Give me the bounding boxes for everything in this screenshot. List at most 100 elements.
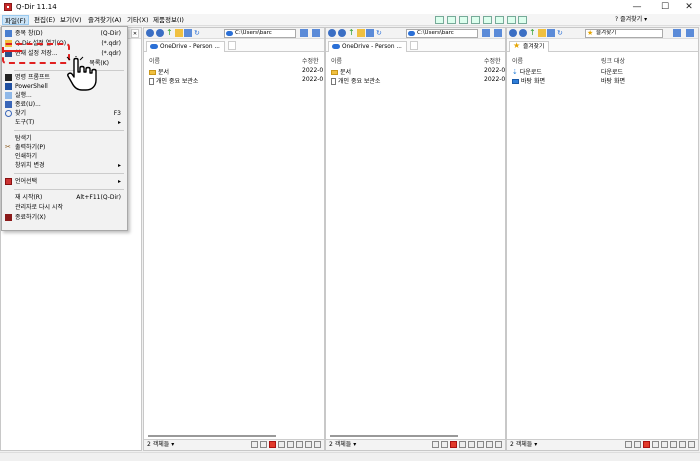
- column-date-header[interactable]: 수정한: [302, 56, 319, 65]
- cut-icon[interactable]: [459, 441, 466, 448]
- menu-extras[interactable]: 기타(X): [125, 15, 151, 25]
- paste-icon[interactable]: [296, 441, 303, 448]
- pane-menu-icon[interactable]: [312, 29, 320, 37]
- view-icon[interactable]: [446, 15, 456, 24]
- favorites-toolbar-button[interactable]: ? 즐겨찾기 ▾: [615, 15, 647, 25]
- list-item[interactable]: 개인 중요 보관소: [331, 76, 380, 85]
- tree-icon[interactable]: [494, 15, 504, 24]
- pane-menu-icon[interactable]: [494, 29, 502, 37]
- pane-view-icon[interactable]: [482, 29, 490, 37]
- rename-icon[interactable]: [679, 441, 686, 448]
- cut-icon[interactable]: [278, 441, 285, 448]
- copy-icon[interactable]: [287, 441, 294, 448]
- menu-info[interactable]: 제품정보(I): [151, 15, 186, 25]
- menu-restart[interactable]: 재 시작(R) Alt+F11(Q-Dir): [2, 193, 127, 202]
- menu-view[interactable]: 보기(V): [58, 15, 83, 25]
- new-tab-button[interactable]: [410, 41, 418, 50]
- back-icon[interactable]: [328, 29, 336, 37]
- minimize-button[interactable]: —: [626, 1, 648, 13]
- horizontal-scrollbar[interactable]: [148, 435, 276, 437]
- filter-icon[interactable]: [625, 441, 632, 448]
- object-count[interactable]: 2 객체들 ▾: [147, 440, 174, 450]
- new-folder-icon[interactable]: [634, 441, 641, 448]
- cut-icon[interactable]: [652, 441, 659, 448]
- refresh-icon[interactable]: [506, 15, 516, 24]
- properties-icon[interactable]: [688, 441, 695, 448]
- list-item[interactable]: ⇣ 다운로드: [512, 67, 542, 77]
- split-icon[interactable]: [482, 15, 492, 24]
- address-bar[interactable]: C:\Users\barc: [224, 29, 296, 38]
- address-bar[interactable]: ★ 즐겨찾기: [585, 29, 663, 38]
- menu-run[interactable]: 실행...: [2, 91, 127, 100]
- menu-window-position[interactable]: 창위치 변경 ▸: [2, 161, 127, 170]
- filter-icon[interactable]: [432, 441, 439, 448]
- pane-view-icon[interactable]: [300, 29, 308, 37]
- grid-icon[interactable]: [470, 15, 480, 24]
- menu-edit[interactable]: 편집(E): [32, 15, 57, 25]
- refresh-icon[interactable]: ↻: [376, 29, 384, 37]
- columns-icon[interactable]: [458, 15, 468, 24]
- object-count[interactable]: 2 객체들 ▾: [329, 440, 356, 450]
- back-icon[interactable]: [509, 29, 517, 37]
- forward-icon[interactable]: [156, 29, 164, 37]
- menu-shutdown[interactable]: 종료(U)...: [2, 100, 127, 109]
- tab-favorites[interactable]: ★ 즐겨찾기: [509, 41, 550, 52]
- paste-icon[interactable]: [477, 441, 484, 448]
- column-name-header[interactable]: 이름: [512, 56, 523, 65]
- list-item[interactable]: 개인 중요 보관소: [149, 76, 198, 85]
- forward-icon[interactable]: [338, 29, 346, 37]
- properties-icon[interactable]: [314, 441, 321, 448]
- view-mode-icon[interactable]: [184, 29, 192, 37]
- tab-onedrive[interactable]: OneDrive - Person ...: [328, 41, 407, 52]
- list-item[interactable]: 문서: [331, 67, 351, 76]
- menu-restart-admin[interactable]: 관리자로 다시 시작: [2, 203, 127, 212]
- menu-print[interactable]: 인쇄하기: [2, 152, 127, 161]
- list-item[interactable]: 문서: [149, 67, 169, 76]
- menu-explorer[interactable]: 탐색기: [2, 134, 127, 143]
- paste-icon[interactable]: [670, 441, 677, 448]
- column-link-header[interactable]: 링크 대상: [601, 56, 625, 65]
- up-arrow-icon[interactable]: ↑: [529, 29, 537, 37]
- menu-duplicate-window[interactable]: 중복 창(D) (Q-Dir): [2, 29, 127, 38]
- layout-icon[interactable]: [435, 15, 444, 24]
- delete-icon[interactable]: [269, 441, 276, 448]
- maximize-button[interactable]: ☐: [654, 1, 676, 13]
- folder-icon[interactable]: [538, 29, 546, 37]
- column-date-header[interactable]: 수정한: [484, 56, 501, 65]
- column-name-header[interactable]: 이름: [149, 56, 160, 65]
- delete-icon[interactable]: [450, 441, 457, 448]
- rename-icon[interactable]: [305, 441, 312, 448]
- delete-icon[interactable]: [643, 441, 650, 448]
- tab-onedrive[interactable]: OneDrive - Person ...: [146, 41, 225, 52]
- list-item[interactable]: 바탕 화면: [512, 76, 545, 85]
- copy-icon[interactable]: [661, 441, 668, 448]
- menu-exit[interactable]: 종료하기(X): [2, 213, 127, 222]
- refresh-icon[interactable]: ↻: [194, 29, 202, 37]
- pane-view-icon[interactable]: [673, 29, 681, 37]
- menu-favorites[interactable]: 즐겨찾기(A): [86, 15, 123, 25]
- properties-icon[interactable]: [495, 441, 502, 448]
- horizontal-scrollbar[interactable]: [330, 435, 458, 437]
- settings-icon[interactable]: [518, 15, 528, 24]
- up-arrow-icon[interactable]: ↑: [166, 29, 174, 37]
- column-name-header[interactable]: 이름: [331, 56, 342, 65]
- view-mode-icon[interactable]: [547, 29, 555, 37]
- new-folder-icon[interactable]: [441, 441, 448, 448]
- pane-menu-icon[interactable]: [686, 29, 694, 37]
- back-icon[interactable]: [146, 29, 154, 37]
- object-count[interactable]: 2 객체들 ▾: [510, 440, 537, 450]
- new-folder-icon[interactable]: [260, 441, 267, 448]
- menu-file[interactable]: 파일(F): [2, 15, 29, 25]
- menu-tools[interactable]: 도구(T) ▸: [2, 118, 127, 127]
- refresh-icon[interactable]: ↻: [557, 29, 565, 37]
- address-bar[interactable]: C:\Users\barc: [406, 29, 478, 38]
- filter-icon[interactable]: [251, 441, 258, 448]
- close-button[interactable]: ✕: [678, 1, 700, 13]
- menu-find[interactable]: 찾기 F3: [2, 109, 127, 118]
- rename-icon[interactable]: [486, 441, 493, 448]
- menu-language[interactable]: 언어선택 ▸: [2, 177, 127, 186]
- up-arrow-icon[interactable]: ↑: [348, 29, 356, 37]
- menu-output[interactable]: ✂ 출력하기(P): [2, 143, 127, 152]
- folder-icon[interactable]: [175, 29, 183, 37]
- copy-icon[interactable]: [468, 441, 475, 448]
